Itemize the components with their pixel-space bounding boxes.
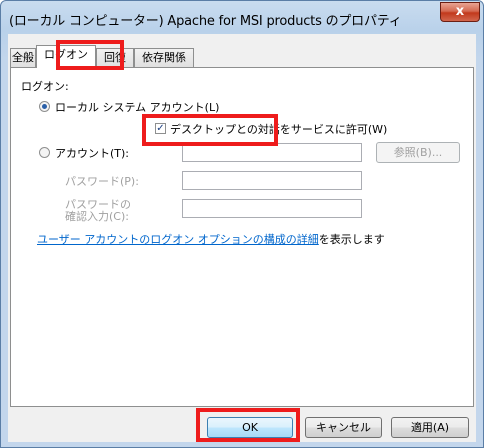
password-field[interactable]: [182, 171, 362, 190]
help-text: ユーザー アカウントのログオン オプションの構成の詳細を表示します: [37, 231, 385, 247]
confirm-password-field[interactable]: [182, 199, 362, 218]
account-field[interactable]: [182, 143, 362, 162]
ok-button-label: OK: [242, 421, 258, 434]
tab-dependencies[interactable]: 依存関係: [134, 48, 194, 67]
logon-tab-panel: ログオン: ローカル システム アカウント(L) ✓ デスクトップとの対話をサー…: [10, 67, 474, 407]
close-button[interactable]: x: [440, 2, 480, 22]
tab-logon[interactable]: ログオン: [36, 45, 96, 68]
tab-recovery[interactable]: 回復: [96, 48, 134, 67]
close-icon: x: [455, 4, 465, 19]
cancel-button-label: キャンセル: [316, 421, 371, 434]
properties-dialog: (ローカル コンピューター) Apache for MSI products の…: [0, 0, 484, 448]
browse-button[interactable]: 参照(B)...: [376, 142, 460, 163]
tab-logon-label: ログオン: [44, 48, 88, 61]
logon-options-help-link[interactable]: ユーザー アカウントのログオン オプションの構成の詳細: [37, 233, 319, 246]
apply-button-label: 適用(A): [410, 421, 450, 434]
local-system-radio[interactable]: [39, 101, 50, 112]
logon-section-label: ログオン:: [21, 80, 69, 93]
window-title: (ローカル コンピューター) Apache for MSI products の…: [9, 14, 402, 29]
browse-button-label: 参照(B)...: [393, 146, 443, 159]
ok-button[interactable]: OK: [207, 417, 293, 438]
help-text-suffix: を表示します: [318, 233, 385, 246]
cancel-button[interactable]: キャンセル: [305, 417, 382, 438]
tab-general[interactable]: 全般: [10, 48, 36, 67]
password-label: パスワード(P):: [65, 175, 139, 188]
confirm-password-label-line2: 確認入力(C):: [65, 210, 129, 223]
desktop-interact-label: デスクトップとの対話をサービスに許可(W): [170, 123, 388, 136]
local-system-label: ローカル システム アカウント(L): [55, 101, 220, 114]
tab-general-label: 全般: [12, 51, 34, 64]
dialog-client-area: 全般 ログオン 回復 依存関係 ログオン: ローカル システム アカウント(L)…: [8, 34, 476, 442]
tab-recovery-label: 回復: [104, 51, 126, 64]
title-bar[interactable]: (ローカル コンピューター) Apache for MSI products の…: [1, 1, 483, 35]
this-account-radio[interactable]: [39, 147, 50, 158]
tab-dependencies-label: 依存関係: [142, 51, 186, 64]
this-account-label: アカウント(T):: [55, 147, 130, 160]
apply-button[interactable]: 適用(A): [391, 417, 469, 438]
desktop-interact-checkbox[interactable]: ✓: [155, 123, 166, 134]
